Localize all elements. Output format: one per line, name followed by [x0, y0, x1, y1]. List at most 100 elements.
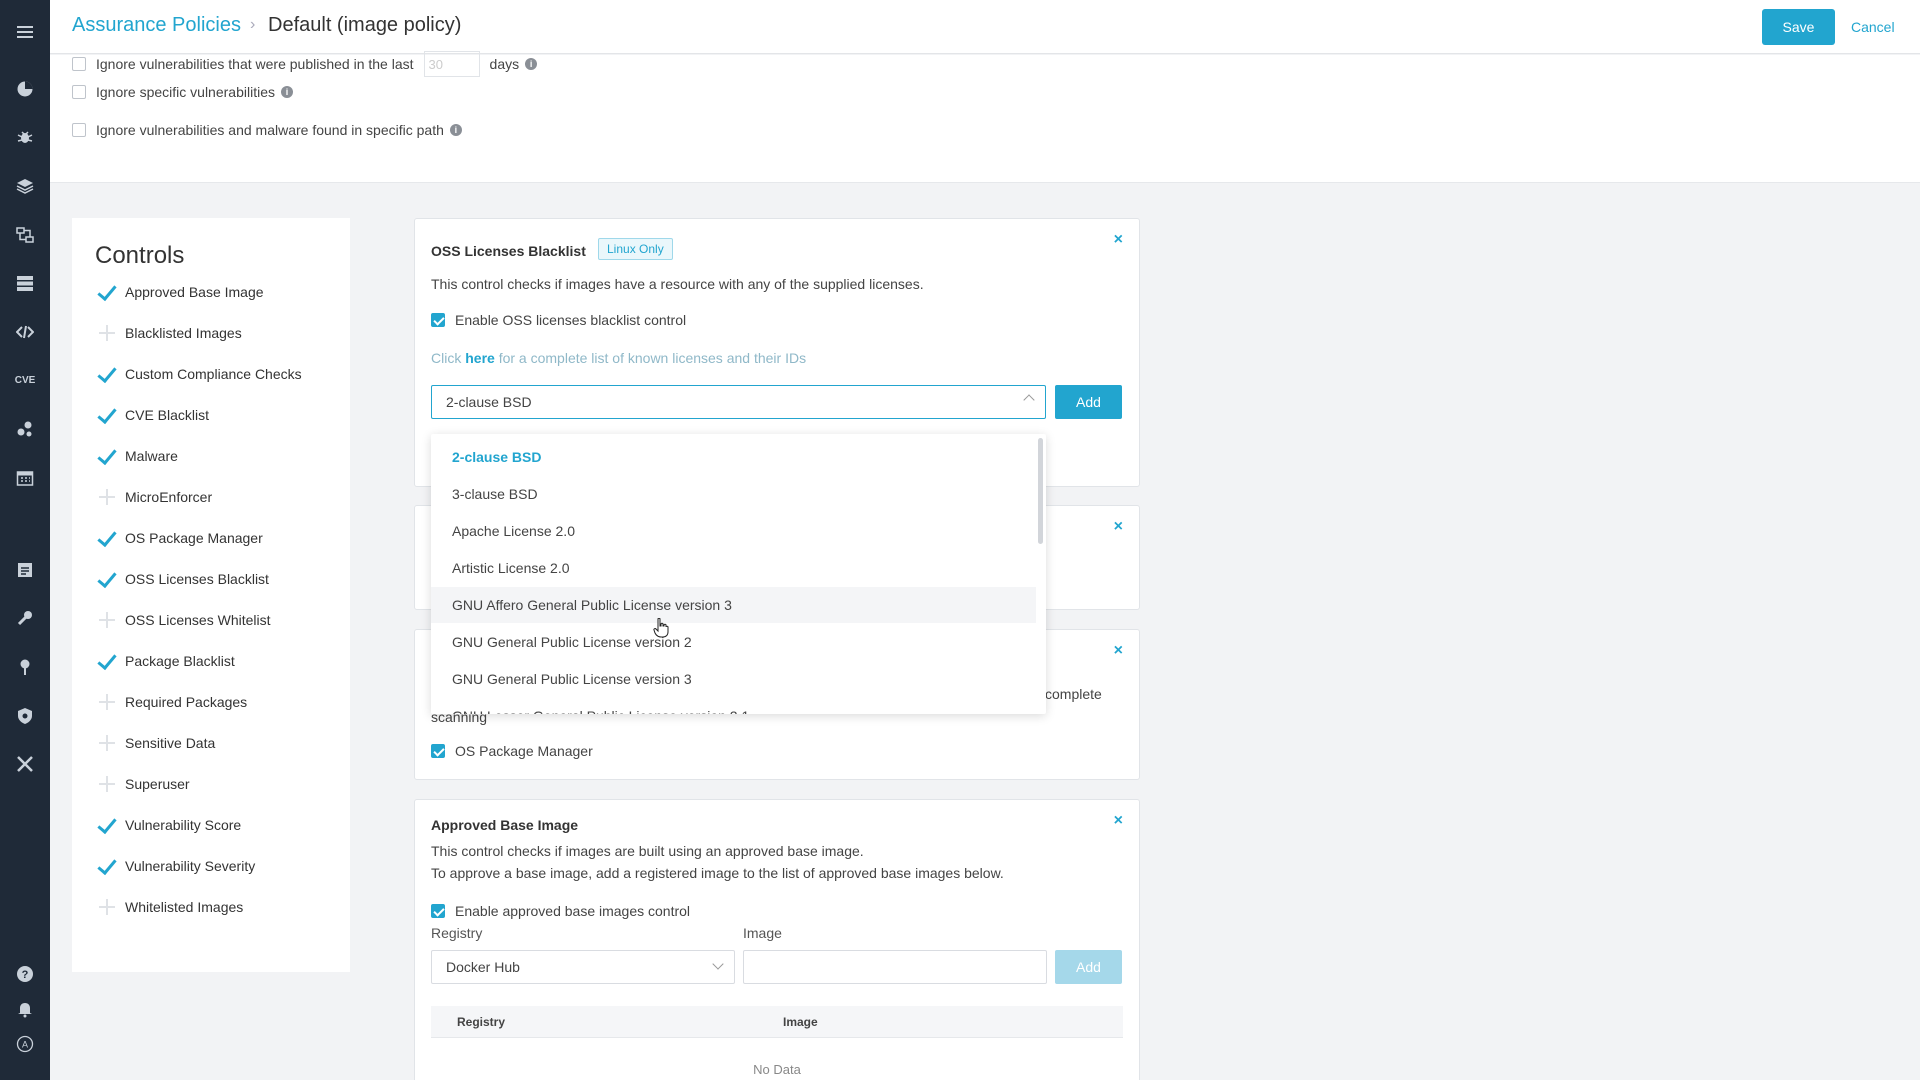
control-item[interactable]: OS Package Manager	[95, 527, 263, 549]
license-select[interactable]: 2-clause BSD	[431, 385, 1046, 419]
calendar-icon[interactable]	[13, 466, 37, 490]
dropdown-option[interactable]: GNU Lesser General Public License versio…	[431, 698, 1036, 714]
control-item-label: OS Package Manager	[125, 530, 263, 546]
col-registry: Registry	[457, 1015, 506, 1029]
close-icon[interactable]: ×	[1114, 231, 1123, 249]
check-icon	[95, 568, 117, 590]
control-item-label: Custom Compliance Checks	[125, 366, 302, 382]
dropdown-option[interactable]: Artistic License 2.0	[431, 550, 1036, 586]
pin-icon[interactable]	[13, 655, 37, 679]
control-item[interactable]: Whitelisted Images	[95, 896, 243, 918]
enable-oss-row: Enable OSS licenses blacklist control	[431, 312, 686, 328]
info-icon[interactable]: i	[449, 124, 462, 136]
plus-icon	[95, 322, 117, 344]
registry-select[interactable]: Docker Hub	[431, 950, 735, 984]
plus-icon	[95, 609, 117, 631]
shield-icon[interactable]	[13, 704, 37, 728]
control-item-label: Superuser	[125, 776, 190, 792]
enable-base-images-checkbox[interactable]	[431, 904, 445, 918]
control-item[interactable]: OSS Licenses Whitelist	[95, 609, 271, 631]
add-license-button[interactable]: Add	[1055, 385, 1122, 419]
approved-base-image-card: × Approved Base Image This control check…	[414, 799, 1140, 1080]
control-item-label: Vulnerability Severity	[125, 858, 256, 874]
control-item-label: Vulnerability Score	[125, 817, 242, 833]
plus-icon	[95, 732, 117, 754]
licenses-here-link[interactable]: here	[465, 350, 495, 366]
bug-icon[interactable]	[13, 125, 37, 149]
control-item[interactable]: Vulnerability Score	[95, 814, 241, 836]
network-icon[interactable]	[13, 223, 37, 247]
close-icon[interactable]: ×	[1114, 642, 1123, 660]
control-item[interactable]: Custom Compliance Checks	[95, 363, 302, 385]
dropdown-option[interactable]: 3-clause BSD	[431, 476, 1036, 512]
control-item[interactable]: Malware	[95, 445, 178, 467]
base-images-table-header: Registry Image	[431, 1006, 1123, 1038]
control-item[interactable]: Approved Base Image	[95, 281, 264, 303]
plus-icon	[95, 691, 117, 713]
account-icon[interactable]: A	[13, 1032, 37, 1056]
check-icon	[95, 855, 117, 877]
report-icon[interactable]	[13, 558, 37, 582]
no-data-text: No Data	[753, 1062, 801, 1077]
control-item-label: Package Blacklist	[125, 653, 235, 669]
image-input[interactable]	[743, 950, 1047, 984]
close-icon[interactable]: ×	[1114, 812, 1123, 830]
license-dropdown: 2-clause BSD 3-clause BSD Apache License 2…	[431, 434, 1046, 714]
svg-text:?: ?	[22, 969, 29, 981]
server-icon[interactable]	[13, 271, 37, 295]
ignore-published-checkbox[interactable]	[72, 57, 86, 71]
ignore-specific-checkbox[interactable]	[72, 85, 86, 99]
add-base-image-button[interactable]: Add	[1055, 950, 1122, 984]
col-image: Image	[783, 1015, 818, 1029]
dashboard-icon[interactable]	[13, 77, 37, 101]
nodes-icon[interactable]	[13, 417, 37, 441]
control-item[interactable]: Superuser	[95, 773, 190, 795]
wrench-icon[interactable]	[13, 606, 37, 630]
control-item[interactable]: CVE Blacklist	[95, 404, 209, 426]
info-icon[interactable]: i	[280, 86, 293, 98]
ignore-options-panel: Ignore vulnerabilities that were publish…	[50, 51, 1920, 183]
breadcrumb-parent-link[interactable]: Assurance Policies	[72, 14, 241, 37]
dropdown-scrollbar[interactable]	[1038, 438, 1043, 544]
save-button[interactable]: Save	[1762, 9, 1835, 45]
cve-icon[interactable]: CVE	[13, 368, 37, 392]
info-icon[interactable]: i	[525, 58, 538, 70]
control-item[interactable]: OSS Licenses Blacklist	[95, 568, 269, 590]
control-item[interactable]: Blacklisted Images	[95, 322, 242, 344]
help-icon[interactable]: ?	[13, 962, 37, 986]
dropdown-option[interactable]: GNU Affero General Public License versio…	[431, 587, 1036, 623]
days-input[interactable]: 30	[423, 51, 480, 77]
dropdown-option[interactable]: GNU General Public License version 2	[431, 624, 1036, 660]
ignore-specific-label: Ignore specific vulnerabilities	[96, 84, 275, 100]
os-package-manager-checkbox[interactable]	[431, 744, 445, 758]
days-label: days	[489, 56, 520, 72]
code-icon[interactable]	[13, 320, 37, 344]
control-item[interactable]: MicroEnforcer	[95, 486, 212, 508]
bell-icon[interactable]	[13, 997, 37, 1021]
ignore-path-checkbox[interactable]	[72, 123, 86, 137]
hand-cursor-icon	[653, 618, 669, 638]
card-title: Approved Base Image	[431, 817, 579, 833]
close-icon[interactable]: ×	[1114, 518, 1123, 536]
svg-text:A: A	[22, 1040, 28, 1050]
dropdown-option[interactable]: 2-clause BSD	[431, 439, 1036, 475]
page-title: Default (image policy)	[268, 14, 462, 36]
menu-icon[interactable]	[13, 20, 37, 44]
card-title: OSS Licenses Blacklist	[431, 243, 586, 259]
check-icon	[95, 281, 117, 303]
layers-icon[interactable]	[13, 174, 37, 198]
dropdown-option[interactable]: Apache License 2.0	[431, 513, 1036, 549]
control-item[interactable]: Package Blacklist	[95, 650, 235, 672]
card-description: This control checks if images have a res…	[431, 276, 924, 292]
cancel-button[interactable]: Cancel	[1851, 9, 1895, 45]
control-item-label: MicroEnforcer	[125, 489, 213, 505]
control-item-label: Malware	[125, 448, 178, 464]
control-item[interactable]: Required Packages	[95, 691, 247, 713]
control-item[interactable]: Vulnerability Severity	[95, 855, 255, 877]
control-item[interactable]: Sensitive Data	[95, 732, 215, 754]
control-item-label: Sensitive Data	[125, 735, 216, 751]
control-item-label: CVE Blacklist	[125, 407, 210, 423]
tools-icon[interactable]	[13, 752, 37, 776]
dropdown-option[interactable]: GNU General Public License version 3	[431, 661, 1036, 697]
enable-oss-checkbox[interactable]	[431, 313, 445, 327]
